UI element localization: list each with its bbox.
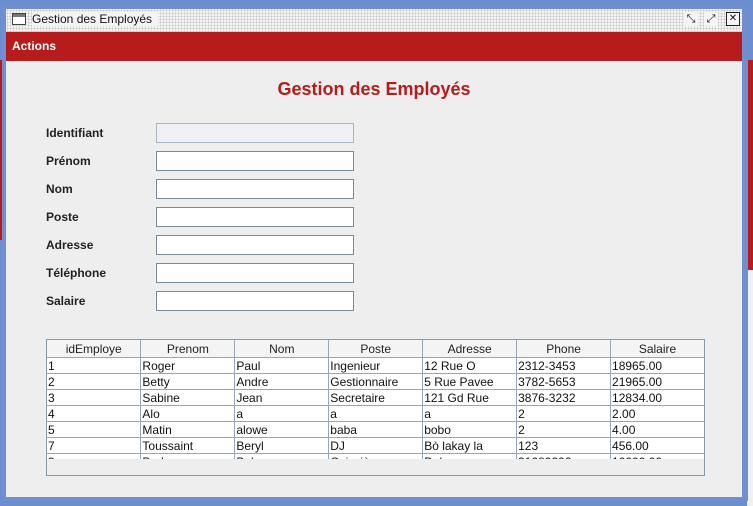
table-cell: 2	[516, 405, 612, 422]
prenom-field[interactable]	[156, 151, 354, 171]
table-cell: 7	[47, 437, 142, 454]
table-empty-area	[47, 459, 704, 475]
column-header-prenom[interactable]: Prenom	[140, 340, 236, 358]
table-row[interactable]: 3 Sabine Jean Secretaire 121 Gd Rue 3876…	[47, 389, 704, 406]
label-telephone: Téléphone	[46, 266, 107, 280]
table-cell: Gestionnaire	[328, 373, 424, 390]
poste-field[interactable]	[156, 207, 354, 227]
column-header-idemploye[interactable]: idEmploye	[47, 340, 142, 358]
nom-field[interactable]	[156, 179, 354, 199]
table-cell: 5	[47, 421, 142, 438]
table-cell: a	[422, 405, 518, 422]
table-cell: 123	[516, 437, 612, 454]
table-cell: 4.00	[610, 421, 704, 438]
table-cell: 456.00	[610, 437, 704, 454]
window-title: Gestion des Employés	[32, 12, 159, 26]
table-cell: 3876-3232	[516, 389, 612, 406]
column-header-poste[interactable]: Poste	[328, 340, 424, 358]
table-cell: 121 Gd Rue	[422, 389, 518, 406]
label-nom: Nom	[46, 182, 73, 196]
label-prenom: Prénom	[46, 154, 91, 168]
table-cell: 2.00	[610, 405, 704, 422]
table-cell: 2	[47, 373, 142, 390]
label-salaire: Salaire	[46, 294, 86, 308]
table-cell: Paul	[234, 357, 330, 374]
title-bar[interactable]: Gestion des Employés ⤡ ⤢ ✕	[6, 9, 742, 32]
table-header-row: idEmploye Prenom Nom Poste Adresse Phone…	[47, 340, 704, 358]
salaire-field[interactable]	[156, 291, 354, 311]
label-identifiant: Identifiant	[46, 126, 104, 140]
column-header-phone[interactable]: Phone	[516, 340, 612, 358]
column-header-adresse[interactable]: Adresse	[422, 340, 518, 358]
table-cell: 2312-3453	[516, 357, 612, 374]
column-header-nom[interactable]: Nom	[234, 340, 330, 358]
window-icon	[12, 13, 26, 25]
close-icon[interactable]: ✕	[726, 12, 740, 26]
table-cell: alowe	[234, 421, 330, 438]
table-cell: Andre	[234, 373, 330, 390]
table-cell: 1	[47, 357, 142, 374]
table-cell: 4	[47, 405, 142, 422]
table-cell: DJ	[328, 437, 424, 454]
table-cell: Matin	[140, 421, 236, 438]
table-cell: Betty	[140, 373, 236, 390]
content-panel: Gestion des Employés Identifiant Prénom …	[6, 61, 742, 497]
table-row[interactable]: 5 Matin alowe baba bobo 2 4.00	[47, 421, 704, 438]
table-cell: Ingenieur	[328, 357, 424, 374]
table-cell: a	[328, 405, 424, 422]
maximize-icon[interactable]: ⤢	[704, 12, 718, 26]
table-cell: Toussaint	[140, 437, 236, 454]
table-row[interactable]: 1 Roger Paul Ingenieur 12 Rue O 2312-345…	[47, 357, 704, 374]
table-cell: 12834.00	[610, 389, 704, 406]
table-cell: bobo	[422, 421, 518, 438]
adresse-field[interactable]	[156, 235, 354, 255]
table-cell: Secretaire	[328, 389, 424, 406]
table-cell: 21965.00	[610, 373, 704, 390]
identifiant-field	[156, 123, 354, 143]
column-header-salaire[interactable]: Salaire	[610, 340, 704, 358]
employees-table[interactable]: idEmploye Prenom Nom Poste Adresse Phone…	[46, 339, 705, 476]
table-cell: Alo	[140, 405, 236, 422]
table-row[interactable]: 2 Betty Andre Gestionnaire 5 Rue Pavee 3…	[47, 373, 704, 390]
table-cell: 3782-5653	[516, 373, 612, 390]
table-cell: baba	[328, 421, 424, 438]
label-poste: Poste	[46, 210, 79, 224]
label-adresse: Adresse	[46, 238, 94, 252]
table-cell: Beryl	[234, 437, 330, 454]
table-cell: 18965.00	[610, 357, 704, 374]
internal-frame: Gestion des Employés ⤡ ⤢ ✕ Actions Gesti…	[2, 6, 748, 501]
table-cell: 5 Rue Pavee	[422, 373, 518, 390]
minimize-icon[interactable]: ⤡	[684, 12, 698, 26]
table-cell: 12 Rue O	[422, 357, 518, 374]
table-cell: 2	[516, 421, 612, 438]
table-cell: Jean	[234, 389, 330, 406]
menu-bar: Actions	[6, 32, 742, 61]
table-row[interactable]: 7 Toussaint Beryl DJ Bò lakay la 123 456…	[47, 437, 704, 454]
table-cell: Sabine	[140, 389, 236, 406]
menu-actions[interactable]: Actions	[12, 39, 56, 53]
table-cell: Roger	[140, 357, 236, 374]
page-title: Gestion des Employés	[277, 79, 471, 99]
telephone-field[interactable]	[156, 263, 354, 283]
table-cell: a	[234, 405, 330, 422]
table-cell: Bò lakay la	[422, 437, 518, 454]
table-cell: 3	[47, 389, 142, 406]
table-row[interactable]: 4 Alo a a a 2 2.00	[47, 405, 704, 422]
